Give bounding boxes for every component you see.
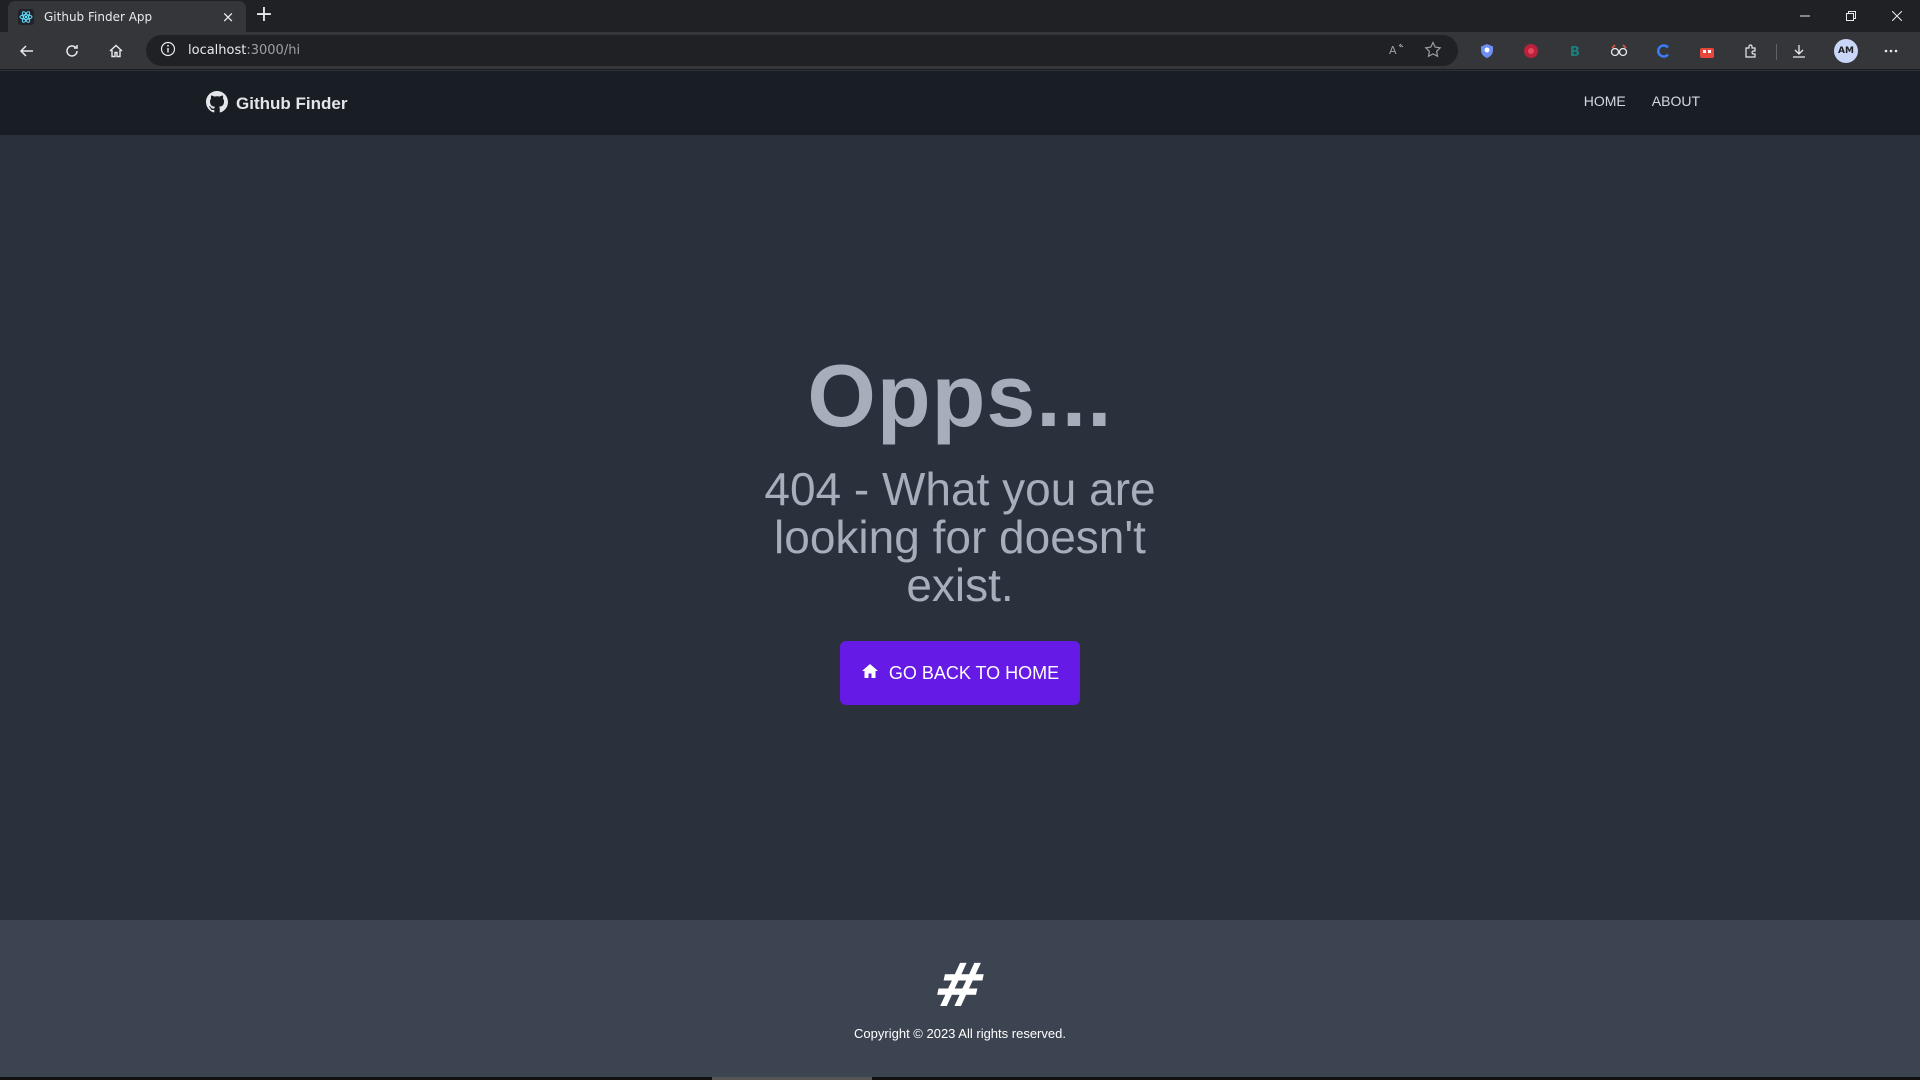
extension-shield-icon[interactable] xyxy=(1476,40,1498,62)
minimize-button[interactable] xyxy=(1782,0,1828,32)
window-controls xyxy=(1782,0,1920,32)
restore-button[interactable] xyxy=(1828,0,1874,32)
favorite-star-icon[interactable] xyxy=(1424,41,1442,63)
url-path: :3000/hi xyxy=(246,43,301,58)
svg-text:B: B xyxy=(1570,45,1580,59)
browser-toolbar: localhost:3000/hi A B AM xyxy=(0,32,1920,70)
close-window-button[interactable] xyxy=(1874,0,1920,32)
url-host: localhost xyxy=(188,43,247,58)
footer-logo-icon: # xyxy=(927,951,993,1021)
extensions-puzzle-icon[interactable] xyxy=(1740,40,1762,62)
extension-glasses-icon[interactable] xyxy=(1608,40,1630,62)
tab-title: Github Finder App xyxy=(44,9,153,24)
page-content: Github Finder HOME ABOUT Opps... 404 - W… xyxy=(0,71,1920,1080)
nav-link-home[interactable]: HOME xyxy=(1584,93,1626,109)
github-icon xyxy=(206,91,228,117)
more-menu-icon[interactable] xyxy=(1880,40,1902,62)
info-icon[interactable] xyxy=(160,41,176,61)
new-tab-button[interactable]: + xyxy=(252,4,276,28)
error-message: 404 - What you are looking for doesn't e… xyxy=(764,463,1156,611)
copyright-text: Copyright © 2023 All rights reserved. xyxy=(854,1026,1066,1041)
brand-link[interactable]: Github Finder xyxy=(206,91,347,117)
reload-icon[interactable] xyxy=(58,37,86,65)
nav-links: HOME ABOUT xyxy=(1584,93,1700,109)
svg-text:A: A xyxy=(1389,44,1397,57)
read-aloud-icon[interactable]: A xyxy=(1388,41,1406,63)
extension-b-icon[interactable]: B xyxy=(1564,40,1586,62)
go-back-home-button[interactable]: GO BACK TO HOME xyxy=(840,641,1080,705)
app-navbar: Github Finder HOME ABOUT xyxy=(0,71,1920,135)
browser-tab[interactable]: Github Finder App × xyxy=(8,1,246,32)
go-back-home-label: GO BACK TO HOME xyxy=(888,662,1060,683)
footer: # Copyright © 2023 All rights reserved. xyxy=(0,920,1920,1077)
extension-record-icon[interactable] xyxy=(1520,40,1542,62)
extension-c-icon[interactable] xyxy=(1652,40,1674,62)
tab-close-icon[interactable]: × xyxy=(220,8,236,26)
address-bar-actions: A xyxy=(1388,41,1442,63)
not-found-hero: Opps... 404 - What you are looking for d… xyxy=(0,135,1920,920)
home-icon xyxy=(861,663,879,684)
toolbar-divider xyxy=(1776,44,1777,60)
brand-title: Github Finder xyxy=(236,94,348,113)
nav-link-about[interactable]: ABOUT xyxy=(1652,93,1700,109)
download-icon[interactable] xyxy=(1788,40,1810,62)
profile-avatar[interactable]: AM xyxy=(1834,39,1858,63)
browser-tab-bar: Github Finder App × + xyxy=(0,0,1920,32)
back-arrow-icon[interactable] xyxy=(13,37,41,65)
react-favicon-icon xyxy=(18,8,34,25)
page-title: Opps... xyxy=(807,346,1113,445)
extension-gift-icon[interactable] xyxy=(1696,40,1718,62)
address-bar[interactable]: localhost:3000/hi A xyxy=(146,35,1458,66)
home-icon[interactable] xyxy=(102,37,130,65)
